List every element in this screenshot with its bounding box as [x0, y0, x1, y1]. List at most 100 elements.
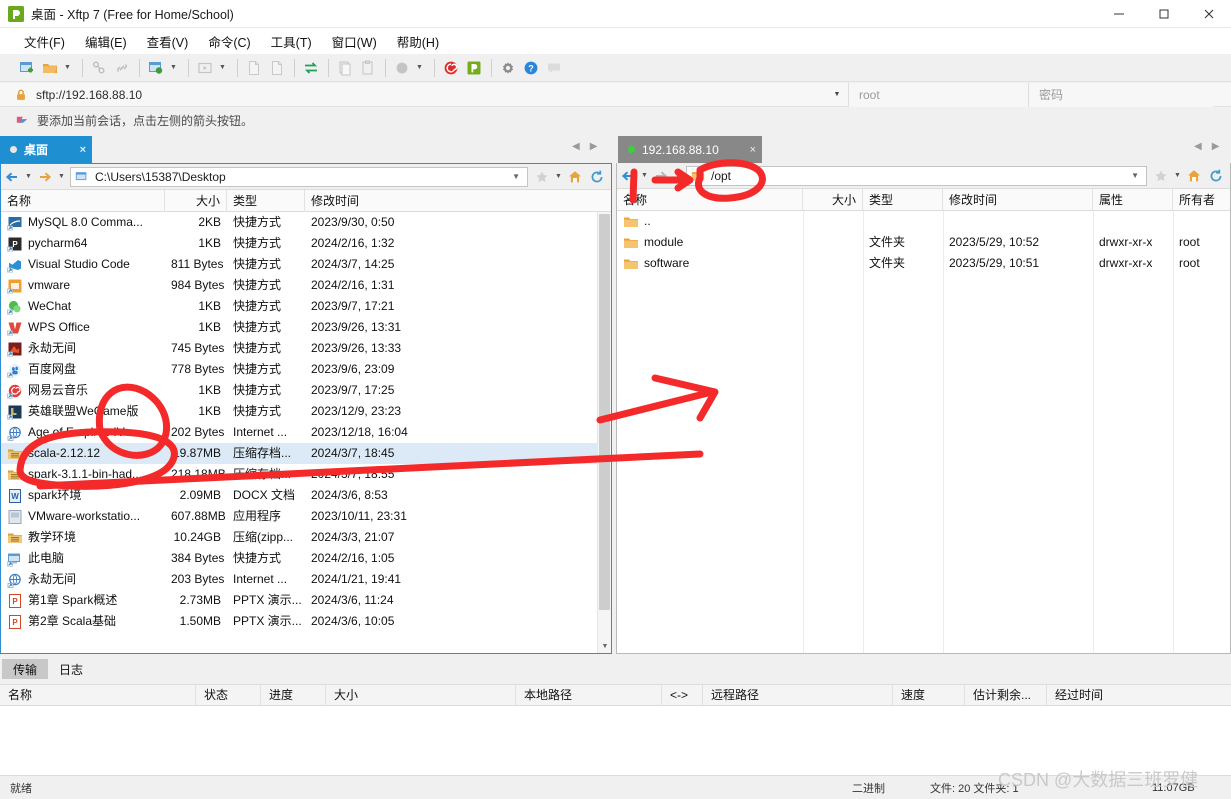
- local-file-row[interactable]: P 第2章 Scala基础 1.50MB PPTX 演示... 2024/3/6, 10…: [1, 611, 611, 632]
- session-url[interactable]: sftp://192.168.88.10: [36, 88, 826, 102]
- remote-file-row[interactable]: ..: [617, 211, 1230, 232]
- sync-browse-button[interactable]: [145, 57, 167, 79]
- new-file-button[interactable]: [243, 57, 265, 79]
- remote-path-input[interactable]: /opt ▼: [686, 165, 1147, 186]
- local-file-row[interactable]: WeChat 1KB 快捷方式 2023/9/7, 17:21: [1, 296, 611, 317]
- remote-back-button[interactable]: [617, 165, 639, 187]
- remote-file-row[interactable]: module 文件夹 2023/5/29, 10:52 drwxr-xr-x root: [617, 232, 1230, 253]
- menu-window[interactable]: 窗口(W): [322, 29, 387, 54]
- local-vertical-scrollbar[interactable]: ▲ ▼: [597, 212, 611, 653]
- transfer-col-remote-path[interactable]: 远程路径: [703, 684, 893, 706]
- local-back-dropdown-caret[interactable]: ▼: [23, 173, 34, 180]
- menu-file[interactable]: 文件(F): [14, 29, 75, 54]
- open-folder-button[interactable]: [39, 57, 61, 79]
- minimize-button[interactable]: [1096, 0, 1141, 28]
- xftp-button[interactable]: [463, 57, 485, 79]
- new-session-button[interactable]: [16, 57, 38, 79]
- local-file-row[interactable]: 此电脑 384 Bytes 快捷方式 2024/2/16, 1:05: [1, 548, 611, 569]
- session-tab-remote-close-icon[interactable]: ×: [750, 144, 756, 156]
- local-col-mtime[interactable]: 修改时间: [305, 190, 535, 212]
- swap-panes-button[interactable]: [300, 57, 322, 79]
- transfer-col-status[interactable]: 状态: [196, 684, 261, 706]
- local-home-button[interactable]: [564, 166, 586, 188]
- local-file-row[interactable]: Wspark环境 2.09MB DOCX 文档 2024/3/6, 8:53: [1, 485, 611, 506]
- local-forward-button[interactable]: [34, 166, 56, 188]
- local-back-button[interactable]: [1, 166, 23, 188]
- chat-button[interactable]: [543, 57, 565, 79]
- remote-favorite-dropdown-caret[interactable]: ▼: [1172, 172, 1183, 179]
- local-file-row[interactable]: vmware 984 Bytes 快捷方式 2024/2/16, 1:31: [1, 275, 611, 296]
- local-scroll-down-icon[interactable]: ▼: [598, 639, 612, 653]
- local-refresh-button[interactable]: [586, 166, 608, 188]
- local-file-row[interactable]: 英雄联盟WeGame版 1KB 快捷方式 2023/12/9, 23:23: [1, 401, 611, 422]
- remote-col-mtime[interactable]: 修改时间: [943, 188, 1093, 211]
- maximize-button[interactable]: [1141, 0, 1186, 28]
- local-col-size[interactable]: 大小: [165, 189, 227, 212]
- transfer-col-name[interactable]: 名称: [0, 684, 196, 706]
- local-file-row[interactable]: VMware-workstatio... 607.88MB 应用程序 2023/10/…: [1, 506, 611, 527]
- remote-refresh-button[interactable]: [1205, 165, 1227, 187]
- left-tab-next-icon[interactable]: ▶: [590, 141, 598, 152]
- record-dropdown-caret[interactable]: ▼: [414, 57, 425, 79]
- menu-edit[interactable]: 编辑(E): [75, 29, 137, 54]
- open-folder-dropdown-caret[interactable]: ▼: [62, 57, 73, 79]
- remote-back-dropdown-caret[interactable]: ▼: [639, 172, 650, 179]
- transfer-col-progress[interactable]: 进度: [261, 684, 326, 706]
- paste-button[interactable]: [357, 57, 379, 79]
- username-field[interactable]: root: [848, 82, 1028, 107]
- local-file-row[interactable]: P 第1章 Spark概述 2.73MB PPTX 演示... 2024/3/6, 11…: [1, 590, 611, 611]
- transfer-col-direction[interactable]: <->: [662, 684, 703, 706]
- tab-log[interactable]: 日志: [48, 659, 94, 679]
- right-tab-next-icon[interactable]: ▶: [1212, 141, 1220, 152]
- session-tab-remote[interactable]: 192.168.88.10 ×: [618, 136, 762, 163]
- local-file-row[interactable]: Ppycharm64 1KB 快捷方式 2024/2/16, 1:32: [1, 233, 611, 254]
- session-tab-desktop-close-icon[interactable]: ×: [80, 144, 86, 156]
- remote-col-owner[interactable]: 所有者: [1173, 189, 1228, 211]
- right-tab-prev-icon[interactable]: ◀: [1194, 141, 1202, 152]
- local-file-row[interactable]: 永劫无间 203 Bytes Internet ... 2024/1/21, 19:4…: [1, 569, 611, 590]
- local-scroll-thumb[interactable]: [599, 214, 610, 610]
- remote-forward-button[interactable]: [650, 165, 672, 187]
- local-file-row[interactable]: 百度网盘 778 Bytes 快捷方式 2023/9/6, 23:09: [1, 359, 611, 380]
- transfer-col-speed[interactable]: 速度: [893, 684, 965, 706]
- record-button[interactable]: [391, 57, 413, 79]
- transfer-col-elapsed[interactable]: 经过时间: [1047, 684, 1231, 706]
- local-file-row[interactable]: WPS Office 1KB 快捷方式 2023/9/26, 13:31: [1, 317, 611, 338]
- transfer-col-local-path[interactable]: 本地路径: [516, 684, 662, 706]
- address-dropdown-caret[interactable]: ▼: [826, 91, 848, 98]
- local-file-row[interactable]: 教学环境 10.24GB 压缩(zipp... 2024/3/3, 21:07: [1, 527, 611, 548]
- transfer-dropdown-caret[interactable]: ▼: [217, 57, 228, 79]
- remote-col-name[interactable]: 名称: [617, 188, 803, 211]
- transfer-col-eta[interactable]: 估计剩余...: [965, 684, 1047, 706]
- local-file-row[interactable]: Age of Empires IV 202 Bytes Internet ... 20…: [1, 422, 611, 443]
- local-favorite-button[interactable]: [531, 166, 553, 188]
- xshell-button[interactable]: [440, 57, 462, 79]
- sync-dropdown-caret[interactable]: ▼: [168, 57, 179, 79]
- local-path-input[interactable]: C:\Users\15387\Desktop ▼: [70, 166, 528, 187]
- copy-button[interactable]: [334, 57, 356, 79]
- remote-home-button[interactable]: [1183, 165, 1205, 187]
- link-button[interactable]: [111, 57, 133, 79]
- local-col-type[interactable]: 类型: [227, 189, 305, 212]
- password-field[interactable]: 密码: [1028, 82, 1213, 107]
- local-file-row[interactable]: Visual Studio Code 811 Bytes 快捷方式 2024/3/7,…: [1, 254, 611, 275]
- menu-tools[interactable]: 工具(T): [261, 29, 322, 54]
- help-button[interactable]: ?: [520, 57, 542, 79]
- tab-transfer[interactable]: 传输: [2, 659, 49, 679]
- remote-col-size[interactable]: 大小: [803, 188, 863, 211]
- local-file-row[interactable]: 永劫无间 745 Bytes 快捷方式 2023/9/26, 13:33: [1, 338, 611, 359]
- left-tab-prev-icon[interactable]: ◀: [572, 141, 580, 152]
- local-path-dropdown-caret[interactable]: ▼: [512, 172, 523, 181]
- remote-path-dropdown-caret[interactable]: ▼: [1131, 171, 1142, 180]
- settings-button[interactable]: [497, 57, 519, 79]
- remote-col-attr[interactable]: 属性: [1093, 188, 1173, 211]
- local-favorite-dropdown-caret[interactable]: ▼: [553, 173, 564, 180]
- local-file-row[interactable]: spark-3.1.1-bin-had... 218.18MB 压缩存档... 202…: [1, 464, 611, 485]
- menu-command[interactable]: 命令(C): [198, 29, 260, 54]
- session-tab-desktop[interactable]: 桌面 ×: [0, 136, 92, 163]
- local-file-row[interactable]: MySQL 8.0 Comma... 2KB 快捷方式 2023/9/30, 0:50: [1, 212, 611, 233]
- remote-col-type[interactable]: 类型: [863, 188, 943, 211]
- remote-forward-dropdown-caret[interactable]: ▼: [672, 172, 683, 179]
- remote-file-row[interactable]: software 文件夹 2023/5/29, 10:51 drwxr-xr-x roo…: [617, 253, 1230, 274]
- local-col-name[interactable]: 名称: [1, 189, 165, 212]
